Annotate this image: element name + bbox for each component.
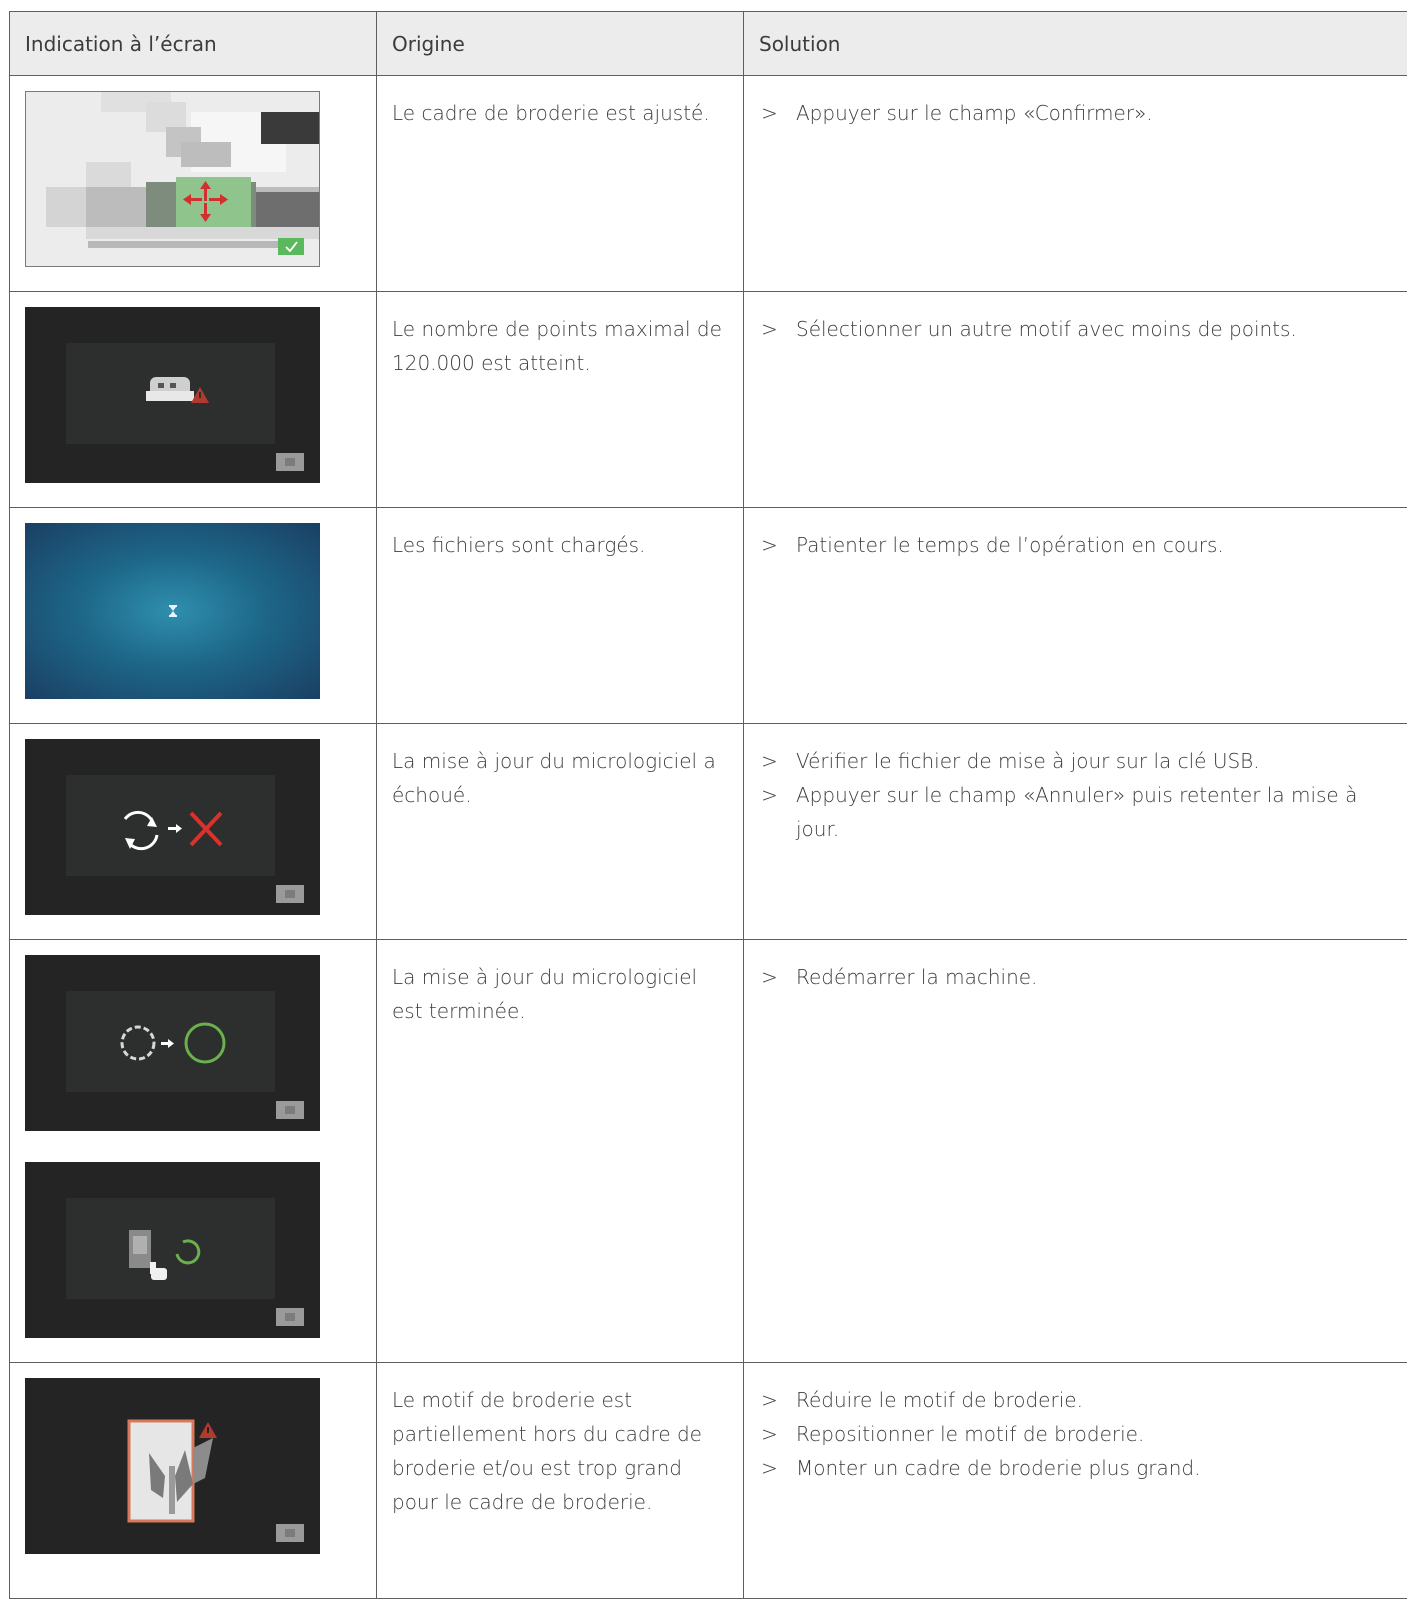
bullet-marker: > [761, 533, 778, 557]
bullet-marker: > [761, 1422, 778, 1446]
solution-step-text: Vérifier le fichier de mise à jour sur l… [796, 749, 1260, 773]
solution-step: > Appuyer sur le champ «Annuler» puis ret… [759, 778, 1393, 846]
solution-step-text: Redémarrer la machine. [796, 965, 1038, 989]
screen-indication-cell [9, 291, 377, 508]
solution-step: > Redémarrer la machine. [759, 960, 1393, 994]
update-cycle-icon [123, 810, 159, 851]
cause-cell: La mise à jour du micrologiciel est term… [376, 939, 744, 1363]
solution-cell: > Réduire le motif de broderie. > Repositi… [743, 1362, 1407, 1599]
cause-cell: La mise à jour du micrologiciel a échoué… [376, 723, 744, 940]
table-row: Le motif de broderie est partiellement h… [9, 1362, 1407, 1599]
restart-cycle-icon [175, 1239, 201, 1265]
cause-cell: Le nombre de points maximal de 120.000 e… [376, 291, 744, 508]
table-row: La mise à jour du micrologiciel est term… [9, 939, 1407, 1363]
solution-cell: > Patienter le temps de l’opération en co… [743, 507, 1407, 724]
error-cross-icon [189, 811, 223, 847]
solution-step-text: Monter un cadre de broderie plus grand. [796, 1456, 1201, 1480]
arrow-right-icon [161, 1039, 174, 1048]
bullet-marker: > [761, 749, 778, 773]
solution-step: > Réduire le motif de broderie. [759, 1383, 1393, 1417]
warning-icon [199, 1422, 217, 1438]
sewing-machine-icon [146, 377, 194, 401]
table-row: Le nombre de points maximal de 120.000 e… [9, 291, 1407, 508]
cause-cell: Le cadre de broderie est ajusté. [376, 75, 744, 292]
table-header-row: Indication à l’écran Origine Solution [9, 11, 1407, 76]
hourglass-icon [169, 605, 177, 617]
cause-cell: Le motif de broderie est partiellement h… [376, 1362, 744, 1599]
loading-screen [25, 523, 320, 699]
solution-step-text: Appuyer sur le champ «Confirmer». [796, 101, 1153, 125]
restart-screen [25, 1162, 320, 1338]
loading-illustration [169, 605, 177, 617]
column-header-solution: Solution [743, 11, 1407, 76]
bullet-marker: > [761, 1388, 778, 1412]
bullet-marker: > [761, 101, 778, 125]
solution-step-text: Sélectionner un autre motif avec moins d… [796, 317, 1297, 341]
cause-cell: Les fichiers sont chargés. [376, 507, 744, 724]
confirm-icon [278, 238, 304, 255]
close-button[interactable] [276, 453, 304, 471]
table-row: La mise à jour du micrologiciel a échoué… [9, 723, 1407, 940]
solution-step: > Appuyer sur le champ «Confirmer». [759, 96, 1393, 130]
table-row: Le cadre de broderie est ajusté. > Appuye… [9, 75, 1407, 292]
screen-indication-cell [9, 723, 377, 940]
hoop-adjust-screen [25, 91, 320, 267]
bullet-marker: > [761, 965, 778, 989]
arrow-right-icon [168, 824, 182, 833]
solution-cell: > Vérifier le fichier de mise à jour sur … [743, 723, 1407, 940]
solution-step: > Vérifier le fichier de mise à jour sur … [759, 744, 1393, 778]
solution-step: > Patienter le temps de l’opération en co… [759, 528, 1393, 562]
update-failed-screen [25, 739, 320, 915]
bullet-marker: > [761, 783, 778, 807]
solution-step-text: Appuyer sur le champ «Annuler» puis rete… [796, 783, 1358, 841]
screen-indication-cell [9, 939, 377, 1363]
solution-cell: > Redémarrer la machine. [743, 939, 1407, 1363]
success-circle-icon [184, 1022, 226, 1064]
table-row: Les fichiers sont chargés. > Patienter le… [9, 507, 1407, 724]
column-header-screen-indication: Indication à l’écran [9, 11, 377, 76]
power-switch-icon [129, 1230, 151, 1268]
close-button[interactable] [276, 1524, 304, 1542]
hoop-adjust-machine-illustration [46, 92, 319, 255]
update-complete-screen [25, 955, 320, 1131]
close-button[interactable] [276, 1308, 304, 1326]
solution-step-text: Réduire le motif de broderie. [796, 1388, 1083, 1412]
close-button[interactable] [276, 1101, 304, 1119]
screen-indication-cell [9, 1362, 377, 1599]
column-header-cause: Origine [376, 11, 744, 76]
solution-step-text: Repositionner le motif de broderie. [796, 1422, 1145, 1446]
screen-indication-cell [9, 75, 377, 292]
hand-pointer-icon [150, 1262, 167, 1280]
bullet-marker: > [761, 1456, 778, 1480]
troubleshooting-table: Indication à l’écran Origine Solution Le… [9, 11, 1407, 1599]
solution-cell: > Appuyer sur le champ «Confirmer». [743, 75, 1407, 292]
old-version-circle-icon [120, 1025, 156, 1061]
solution-step: > Sélectionner un autre motif avec moins … [759, 312, 1393, 346]
design-outside-hoop-screen [25, 1378, 320, 1554]
bullet-marker: > [761, 317, 778, 341]
solution-step: > Repositionner le motif de broderie. [759, 1417, 1393, 1451]
solution-step: > Monter un cadre de broderie plus grand. [759, 1451, 1393, 1485]
screen-indication-cell [9, 507, 377, 724]
stitch-limit-screen [25, 307, 320, 483]
close-button[interactable] [276, 885, 304, 903]
solution-step-text: Patienter le temps de l’opération en cou… [796, 533, 1224, 557]
solution-cell: > Sélectionner un autre motif avec moins … [743, 291, 1407, 508]
